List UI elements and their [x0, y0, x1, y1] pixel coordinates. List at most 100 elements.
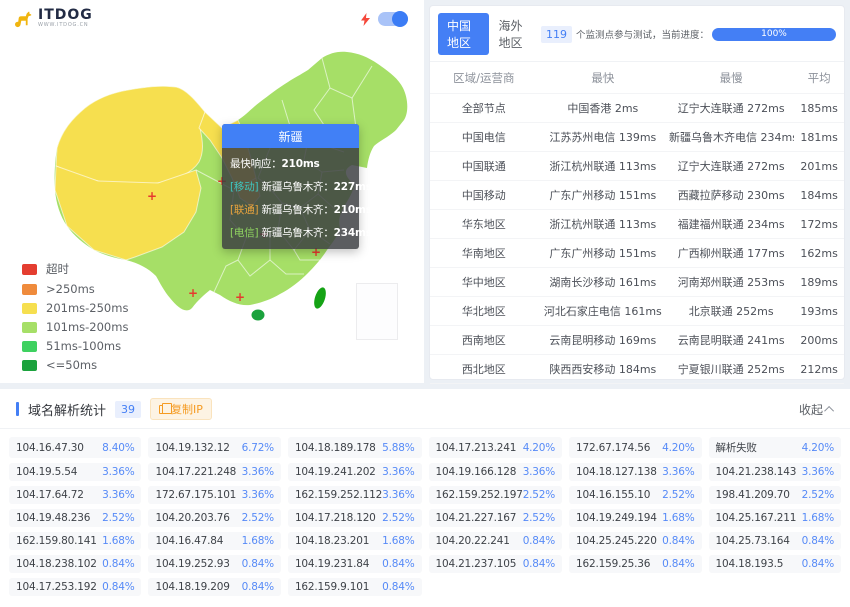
dns-ip-cell: 104.17.213.241 4.20%	[428, 437, 563, 458]
col-average: 平均	[807, 71, 831, 85]
ip-percentage: 0.84%	[102, 558, 135, 570]
cell-slowest: 宁夏银川联通 252ms	[668, 354, 795, 384]
cell-average: 200ms	[794, 325, 844, 355]
collapse-button[interactable]: 收起	[799, 401, 835, 418]
table-row: 西南地区 云南昆明移动 169ms 云南昆明联通 241ms 200ms	[430, 325, 844, 355]
dns-ip-cell: 162.159.252.112 3.36%	[287, 486, 422, 504]
legend-item: <=50ms	[22, 358, 128, 372]
ip-address: 104.17.218.120	[294, 512, 376, 524]
monitor-progress-text: 个监测点参与测试，当前进度：	[575, 30, 709, 41]
cell-fastest: 云南昆明移动 169ms	[537, 325, 669, 355]
tooltip-isp-row: [联通] 新疆乌鲁木齐：210ms	[230, 202, 372, 217]
ip-percentage: 0.84%	[662, 535, 695, 547]
isp-node: 新疆乌鲁木齐：	[258, 227, 334, 239]
cell-average: 212ms	[794, 354, 844, 384]
tab-overseas-region[interactable]: 海外地区	[489, 13, 540, 55]
dns-ip-cell: 104.19.5.54 3.36%	[9, 463, 142, 481]
table-header-row: 区域/运营商 最快 最慢 平均	[430, 62, 844, 94]
legend-swatch	[22, 302, 37, 314]
dns-ip-cell: 104.18.189.178 5.88%	[287, 437, 422, 458]
ip-address: 104.16.47.84	[155, 535, 224, 547]
legend-label: <=50ms	[46, 358, 98, 372]
ip-address: 104.19.132.12	[155, 441, 230, 454]
copy-ip-button[interactable]: 复制IP	[150, 398, 212, 420]
cell-fastest: 湖南长沙移动 161ms	[537, 267, 669, 297]
cell-slowest: 河南郑州联通 253ms	[668, 267, 795, 297]
cell-average: 162ms	[794, 238, 844, 268]
ip-address: 104.21.238.143	[715, 466, 797, 478]
map-region-taiwan	[314, 287, 326, 309]
legend-item: 101ms-200ms	[22, 320, 128, 334]
ip-address: 104.18.238.102	[16, 558, 97, 570]
dns-ip-cell: 162.159.25.36 0.84%	[569, 555, 702, 573]
table-row: 华南地区 广东广州移动 151ms 广西柳州联通 177ms 162ms	[430, 238, 844, 268]
dns-ip-cell: 104.25.245.220 0.84%	[569, 532, 702, 550]
legend-swatch	[22, 359, 37, 371]
ip-address: 104.19.249.194	[576, 512, 657, 524]
ip-percentage: 8.40%	[102, 441, 135, 454]
ip-percentage: 1.68%	[662, 512, 695, 524]
cell-slowest: 辽宁大连联通 272ms	[668, 151, 795, 181]
table-row: 西北地区 陕西西安移动 184ms 宁夏银川联通 252ms 212ms	[430, 354, 844, 384]
ip-percentage: 4.20%	[801, 441, 835, 454]
table-row: 华东地区 浙江杭州联通 113ms 福建福州联通 234ms 172ms	[430, 209, 844, 239]
dns-ip-cell: 104.25.73.164 0.84%	[708, 532, 841, 550]
lightning-bolt-icon	[361, 12, 370, 26]
cell-average: 185ms	[794, 93, 844, 123]
ip-percentage: 0.84%	[801, 558, 835, 570]
ip-address: 104.19.48.236	[16, 512, 91, 524]
dns-ip-cell: 104.19.241.202 3.36%	[287, 463, 422, 481]
dns-ip-cell: 104.17.221.248 3.36%	[148, 463, 281, 481]
chevron-up-icon	[824, 405, 835, 416]
dns-ip-cell: 104.16.155.10 2.52%	[569, 486, 702, 504]
table-row: 全部节点 中国香港 2ms 辽宁大连联通 272ms 185ms	[430, 93, 844, 123]
latency-legend: 超时 >250ms 201ms-250ms 101ms-200ms 51ms-100ms…	[22, 261, 128, 372]
ip-percentage: 3.36%	[801, 466, 835, 478]
isp-node: 新疆乌鲁木齐：	[258, 204, 334, 216]
ip-address: 104.18.189.178	[294, 441, 376, 454]
ip-percentage: 1.68%	[382, 535, 415, 547]
ip-address: 104.17.253.192	[16, 581, 97, 593]
dns-ip-cell: 162.159.80.141 1.68%	[9, 532, 142, 550]
ip-address: 104.25.167.211	[715, 512, 797, 524]
dns-ip-cell: 104.20.22.241 0.84%	[428, 532, 563, 550]
ip-address: 162.159.252.112	[294, 489, 383, 501]
isp-tag: [电信]	[230, 227, 259, 239]
dns-card: 域名解析统计 39 复制IP 收起 104.16.47.30 8.40% 104.1…	[0, 389, 850, 607]
legend-label: 超时	[46, 262, 69, 276]
ip-percentage: 3.36%	[102, 466, 135, 478]
legend-label: >250ms	[46, 282, 95, 296]
dns-ip-cell: 104.25.167.211 1.68%	[708, 509, 841, 527]
legend-label: 51ms-100ms	[46, 339, 122, 353]
cell-slowest: 云南昆明联通 241ms	[668, 325, 795, 355]
logo-title: ITDOG	[38, 7, 93, 23]
monitor-point-marker: +	[187, 286, 199, 300]
dns-results-grid: 104.16.47.30 8.40% 104.19.132.12 6.72% 104.1…	[0, 429, 850, 604]
dns-ip-cell: 104.16.47.84 1.68%	[148, 532, 281, 550]
tab-china-region[interactable]: 中国地区	[438, 13, 490, 55]
dns-ip-cell: 104.17.64.72 3.36%	[9, 486, 142, 504]
ip-percentage: 3.36%	[241, 489, 275, 501]
legend-item: 201ms-250ms	[22, 301, 128, 315]
title-accent-bar	[16, 402, 19, 416]
dns-ip-cell: 104.19.231.84 0.84%	[287, 555, 422, 573]
ip-percentage: 2.52%	[662, 489, 695, 501]
dns-title: 域名解析统计	[28, 403, 107, 419]
ip-percentage: 0.84%	[522, 535, 556, 547]
tooltip-fastest: 最快响应：210ms	[230, 158, 320, 170]
cell-region: 西北地区	[430, 354, 538, 384]
cell-average: 172ms	[794, 209, 844, 239]
dns-ip-cell: 104.19.249.194 1.68%	[569, 509, 702, 527]
dns-ip-cell: 104.20.203.76 2.52%	[148, 509, 281, 527]
cell-fastest: 广东广州移动 151ms	[537, 238, 669, 268]
ip-percentage: 0.84%	[801, 535, 835, 547]
ip-address: 162.159.252.197	[435, 489, 523, 501]
ip-address: 104.21.227.167	[435, 512, 517, 524]
cell-slowest: 广西柳州联通 177ms	[668, 238, 795, 268]
cell-region: 中国电信	[430, 122, 538, 152]
ip-address: 104.20.203.76	[155, 512, 230, 524]
fast-mode-toggle[interactable]	[378, 11, 408, 27]
ip-address: 104.17.213.241	[435, 441, 517, 454]
dns-ip-cell: 104.18.193.5 0.84%	[708, 555, 841, 573]
legend-item: 51ms-100ms	[22, 339, 128, 353]
